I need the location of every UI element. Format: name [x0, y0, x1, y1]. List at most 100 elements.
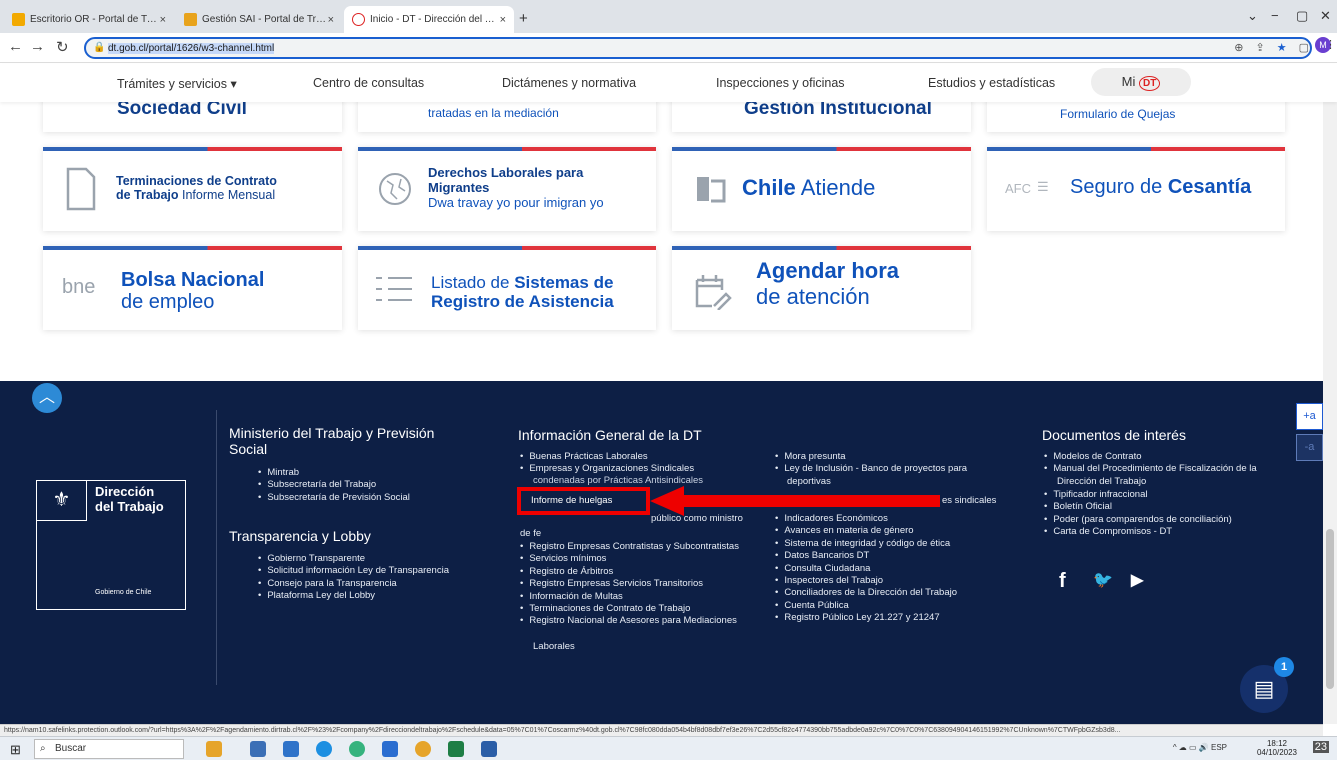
teams-icon[interactable]: [349, 741, 365, 757]
url-field[interactable]: 🔒 dt.gob.cl/portal/1626/w3-channel.html: [84, 37, 1312, 59]
nav-tramites[interactable]: Trámites y servicios ▾: [117, 76, 237, 91]
outlook-icon[interactable]: [382, 741, 398, 757]
nav-dictamenes[interactable]: Dictámenes y normativa: [502, 76, 636, 90]
close-tab-icon[interactable]: ×: [328, 14, 334, 26]
footer-link[interactable]: Conciliadores de la Dirección del Trabaj…: [775, 587, 957, 599]
footer-link[interactable]: Buenas Prácticas Laborales: [520, 451, 694, 463]
browser-tab-gestion[interactable]: Gestión SAI - Portal de Transpar ×: [176, 6, 342, 33]
share-icon[interactable]: ⇪: [1256, 41, 1265, 54]
card-bolsa-nacional[interactable]: bne Bolsa Nacional de empleo: [43, 246, 342, 330]
file-explorer-icon[interactable]: [206, 741, 222, 757]
minimize-icon[interactable]: −: [1271, 8, 1279, 23]
mi-dt-button[interactable]: Mi DT: [1091, 68, 1191, 96]
chat-button[interactable]: ▤ 1: [1240, 657, 1294, 713]
footer-link[interactable]: Consejo para la Transparencia: [258, 578, 449, 590]
windows-start-icon[interactable]: ⊞: [10, 742, 21, 758]
maximize-icon[interactable]: ▢: [1296, 8, 1308, 24]
chrome-icon[interactable]: [415, 741, 431, 757]
browser-menu-icon[interactable]: ⋮: [1325, 38, 1336, 51]
youtube-icon[interactable]: ▶: [1131, 570, 1143, 590]
footer-link[interactable]: Empresas y Organizaciones Sindicales: [520, 463, 694, 475]
footer-link[interactable]: Consulta Ciudadana: [775, 563, 957, 575]
footer-link[interactable]: Sistema de integridad y código de ética: [775, 538, 957, 550]
footer-link[interactable]: Subsecretaría de Previsión Social: [258, 492, 410, 504]
footer-link[interactable]: Mintrab: [258, 467, 410, 479]
footer-link[interactable]: Registro de Árbitros: [520, 566, 739, 578]
new-tab-icon[interactable]: +: [519, 10, 528, 27]
twitter-icon[interactable]: 🐦: [1093, 570, 1113, 590]
system-tray[interactable]: ^ ☁ ▭ 🔊 ESP: [1173, 743, 1227, 752]
taskbar-clock[interactable]: 18:12 04/10/2023: [1257, 739, 1297, 757]
browser-tab-strip: Escritorio OR - Portal de Transpa × Gest…: [0, 0, 1337, 33]
split-view-icon[interactable]: ▢: [1299, 41, 1309, 54]
bookmark-star-icon[interactable]: ★: [1277, 41, 1287, 54]
taskbar-search[interactable]: ⌕ Buscar: [34, 739, 184, 759]
card-accent-bar: [672, 246, 971, 250]
ministerio-heading: Ministerio del Trabajo y Previsión Socia…: [229, 425, 435, 457]
tab-search-icon[interactable]: ⌄: [1247, 8, 1258, 24]
footer-link[interactable]: Tipificador infraccional: [1044, 489, 1232, 501]
footer-link[interactable]: Registro Público Ley 21.227 y 21247: [775, 612, 957, 624]
footer-link[interactable]: Cuenta Pública: [775, 600, 957, 612]
footer-link[interactable]: Plataforma Ley del Lobby: [258, 590, 449, 602]
scrollbar-thumb[interactable]: [1326, 529, 1334, 689]
footer-link[interactable]: Gobierno Transparente: [258, 553, 449, 565]
card-derechos-migrantes[interactable]: Derechos Laborales para Migrantes Dwa tr…: [358, 147, 656, 231]
excel-icon[interactable]: [448, 741, 464, 757]
card-listado-sistemas[interactable]: Listado de Sistemas de Registro de Asist…: [358, 246, 656, 330]
footer-link[interactable]: Subsecretaría del Trabajo: [258, 479, 410, 491]
accessibility-controls: +a -a: [1296, 403, 1323, 465]
footer-link[interactable]: Poder (para comparendos de conciliación): [1044, 514, 1232, 526]
reload-icon[interactable]: ↻: [56, 38, 69, 56]
close-window-icon[interactable]: ✕: [1320, 8, 1331, 24]
footer-link[interactable]: Avances en materia de género: [775, 525, 957, 537]
browser-tab-escritorio[interactable]: Escritorio OR - Portal de Transpa ×: [4, 6, 174, 33]
footer-link[interactable]: Inspectores del Trabajo: [775, 575, 957, 587]
zoom-icon[interactable]: ⊕: [1234, 41, 1243, 54]
dt-favicon-icon: [352, 13, 365, 26]
card-agendar-hora[interactable]: Agendar hora de atención: [672, 246, 971, 330]
footer-link[interactable]: Carta de Compromisos - DT: [1044, 526, 1232, 538]
footer-link[interactable]: Servicios mínimos: [520, 553, 739, 565]
footer-link[interactable]: Modelos de Contrato: [1044, 451, 1257, 463]
footer-link[interactable]: Mora presunta: [775, 451, 967, 463]
footer-link[interactable]: Datos Bancarios DT: [775, 550, 957, 562]
info-links-col1: Registro Empresas Contratistas y Subcont…: [520, 541, 739, 628]
back-icon[interactable]: ←: [8, 38, 23, 55]
notifications-icon[interactable]: 23: [1312, 741, 1329, 753]
browser-tab-dt[interactable]: Inicio - DT - Dirección del Trabaj ×: [344, 6, 514, 33]
direccion-trabajo-logo[interactable]: ⚜ Dirección del Trabajo Gobierno de Chil…: [36, 480, 186, 610]
nav-centro-consultas[interactable]: Centro de consultas: [313, 76, 424, 90]
informe-huelgas-link[interactable]: Informe de huelgas: [531, 495, 612, 506]
edge-icon[interactable]: [316, 741, 332, 757]
close-tab-icon[interactable]: ×: [500, 14, 506, 26]
app-icon[interactable]: [283, 741, 299, 757]
footer-link[interactable]: Solicitud información Ley de Transparenc…: [258, 565, 449, 577]
footer-link[interactable]: Boletín Oficial: [1044, 501, 1232, 513]
globe-icon: [379, 173, 411, 205]
card-seguro-cesantia[interactable]: AFC ☰ Seguro de Cesantía: [987, 147, 1285, 231]
close-tab-icon[interactable]: ×: [160, 14, 166, 26]
forward-icon[interactable]: →: [30, 38, 45, 55]
footer-link[interactable]: Información de Multas: [520, 591, 739, 603]
nav-inspecciones[interactable]: Inspecciones y oficinas: [716, 76, 845, 90]
footer-link[interactable]: Registro Nacional de Asesores para Media…: [520, 615, 739, 627]
footer-link[interactable]: Terminaciones de Contrato de Trabajo: [520, 603, 739, 615]
footer-link[interactable]: Registro Empresas Servicios Transitorios: [520, 578, 739, 590]
facebook-icon[interactable]: f: [1059, 570, 1066, 593]
word-icon[interactable]: [481, 741, 497, 757]
scroll-top-button[interactable]: ︿: [32, 383, 62, 413]
font-increase-button[interactable]: +a: [1296, 403, 1323, 430]
card-terminaciones[interactable]: Terminaciones de Contrato de Trabajo Inf…: [43, 147, 342, 231]
task-view-icon[interactable]: [250, 741, 266, 757]
card-chile-atiende[interactable]: Chile Atiende: [672, 147, 971, 231]
font-decrease-button[interactable]: -a: [1296, 434, 1323, 461]
footer-link[interactable]: Manual del Procedimiento de Fiscalizació…: [1044, 463, 1256, 475]
card-accent-bar: [43, 147, 342, 151]
lock-icon[interactable]: 🔒: [93, 42, 105, 53]
footer-link[interactable]: Registro Empresas Contratistas y Subcont…: [520, 541, 739, 553]
nav-estudios[interactable]: Estudios y estadísticas: [928, 76, 1055, 90]
card-accent-bar: [358, 246, 656, 250]
footer-link[interactable]: Ley de Inclusión - Banco de proyectos pa…: [775, 463, 967, 475]
page-scrollbar[interactable]: [1323, 64, 1337, 724]
